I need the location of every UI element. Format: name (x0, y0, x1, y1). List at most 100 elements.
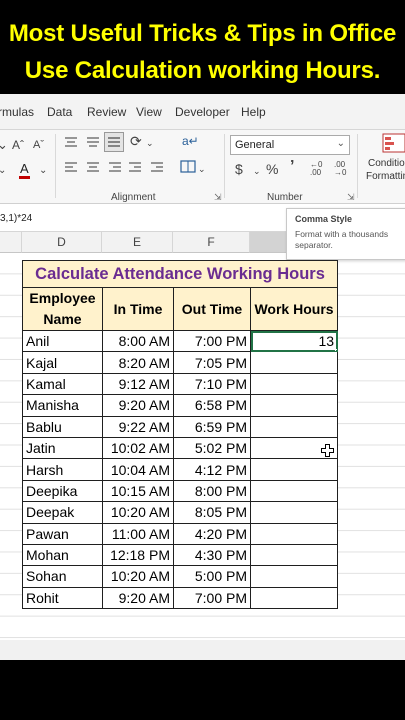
work-hours-cell[interactable] (249, 586, 339, 610)
out-time-cell[interactable]: 7:00 PM (173, 329, 251, 353)
cross-cursor-icon (321, 444, 334, 457)
increase-indent-icon[interactable] (150, 161, 164, 173)
out-time-cell[interactable]: 4:12 PM (173, 458, 251, 481)
decrease-indent-icon[interactable] (128, 161, 142, 173)
employee-name-cell[interactable]: Deepak (22, 501, 103, 524)
tab-view[interactable]: View (136, 105, 162, 119)
header-employee-name[interactable]: Employee Name (22, 287, 103, 331)
out-time-cell[interactable]: 4:30 PM (173, 543, 251, 567)
work-hours-cell[interactable] (249, 522, 339, 545)
fill-handle[interactable] (335, 349, 337, 351)
out-time-cell[interactable]: 8:00 PM (173, 479, 251, 503)
work-hours-cell[interactable] (249, 543, 339, 567)
alignment-launcher-icon[interactable]: ⇲ (214, 192, 222, 203)
align-top-icon[interactable] (64, 136, 78, 148)
tab-help[interactable]: Help (241, 105, 266, 119)
align-left-icon[interactable] (64, 161, 78, 173)
table-title[interactable]: Calculate Attendance Working Hours (21, 260, 339, 288)
header-in-time[interactable]: In Time (102, 287, 174, 331)
chevron-down-icon[interactable]: ⌄ (0, 164, 6, 178)
align-center-icon[interactable] (86, 161, 100, 173)
in-time-cell[interactable]: 8:00 AM (102, 329, 174, 353)
column-header-f[interactable]: F (173, 232, 250, 253)
employee-name-cell[interactable]: Bablu (22, 415, 103, 438)
work-hours-cell[interactable] (249, 415, 339, 438)
header-work-hours[interactable]: Work Hours (249, 287, 339, 331)
work-hours-cell[interactable] (249, 501, 339, 524)
employee-name-cell[interactable]: Rohit (22, 586, 103, 610)
employee-name-cell[interactable]: Anil (22, 329, 103, 353)
percent-icon[interactable]: % (266, 162, 278, 176)
font-color-icon[interactable]: A (19, 162, 30, 179)
in-time-cell[interactable]: 9:20 AM (102, 586, 174, 610)
wrap-text-icon[interactable]: a↵ (182, 134, 199, 148)
currency-dropdown-icon[interactable]: ⌄ (253, 164, 261, 178)
column-header-d[interactable]: D (22, 232, 102, 253)
merge-dropdown-icon[interactable]: ⌄ (198, 162, 206, 176)
in-time-cell[interactable]: 10:04 AM (102, 458, 174, 481)
column-header-prev[interactable] (0, 232, 22, 253)
work-hours-cell[interactable] (249, 479, 339, 503)
work-hours-cell[interactable] (249, 351, 339, 374)
align-bottom-button[interactable] (104, 132, 124, 152)
number-format-select[interactable]: General ⌄ (230, 135, 350, 155)
employee-name-cell[interactable]: Kamal (22, 372, 103, 396)
employee-name-cell[interactable]: Deepika (22, 479, 103, 503)
in-time-cell[interactable]: 12:18 PM (102, 543, 174, 567)
employee-name-cell[interactable]: Jatin (22, 436, 103, 460)
font-color-dropdown-icon[interactable]: ⌄ (39, 164, 47, 178)
tab-developer[interactable]: Developer (175, 105, 230, 119)
increase-font-size-icon[interactable]: Aˆ (12, 138, 24, 152)
in-time-cell[interactable]: 11:00 AM (102, 522, 174, 545)
out-time-cell[interactable]: 4:20 PM (173, 522, 251, 545)
number-launcher-icon[interactable]: ⇲ (347, 192, 355, 203)
dropdown-arrow-icon[interactable]: ⌄ (0, 138, 8, 152)
out-time-cell[interactable]: 7:05 PM (173, 351, 251, 374)
in-time-cell[interactable]: 9:12 AM (102, 372, 174, 396)
tab-review[interactable]: Review (87, 105, 126, 119)
out-time-cell[interactable]: 7:00 PM (173, 586, 251, 610)
in-time-cell[interactable]: 9:22 AM (102, 415, 174, 438)
out-time-cell[interactable]: 7:10 PM (173, 372, 251, 396)
in-time-cell[interactable]: 9:20 AM (102, 394, 174, 417)
in-time-cell[interactable]: 10:20 AM (102, 501, 174, 524)
work-hours-cell[interactable] (249, 372, 339, 396)
in-time-cell[interactable]: 10:15 AM (102, 479, 174, 503)
increase-decimal-icon[interactable]: ←0.00 (310, 161, 322, 177)
decrease-decimal-icon[interactable]: .00 →0 (334, 161, 346, 177)
align-middle-icon[interactable] (86, 136, 100, 148)
in-time-cell[interactable]: 10:02 AM (102, 436, 174, 460)
employee-name-cell[interactable]: Manisha (22, 394, 103, 417)
currency-icon[interactable]: $ (235, 162, 243, 176)
orientation-dropdown-icon[interactable]: ⌄ (146, 136, 154, 150)
employee-name-cell[interactable]: Kajal (22, 351, 103, 374)
out-time-cell[interactable]: 6:59 PM (173, 415, 251, 438)
orientation-icon[interactable]: ⟳ (130, 134, 142, 148)
employee-name-cell[interactable]: Sohan (22, 565, 103, 588)
work-hours-cell[interactable] (249, 394, 339, 417)
employee-name-cell[interactable]: Harsh (22, 458, 103, 481)
conditional-formatting-button[interactable]: Conditio Formattin (362, 130, 405, 190)
work-hours-cell-selected[interactable]: 13 (249, 329, 339, 353)
tab-data[interactable]: Data (47, 105, 72, 119)
decrease-font-size-icon[interactable]: Aˇ (33, 138, 44, 152)
employee-name-cell[interactable]: Mohan (22, 543, 103, 567)
in-time-cell[interactable]: 8:20 AM (102, 351, 174, 374)
table-row: Harsh 10:04 AM 4:12 PM (22, 458, 339, 481)
out-time-cell[interactable]: 8:05 PM (173, 501, 251, 524)
work-hours-cell[interactable] (249, 458, 339, 481)
out-time-cell[interactable]: 6:58 PM (173, 394, 251, 417)
align-right-icon[interactable] (108, 161, 122, 173)
work-hours-cell[interactable] (249, 565, 339, 588)
table-title-row: Calculate Attendance Working Hours (21, 260, 339, 288)
out-time-cell[interactable]: 5:00 PM (173, 565, 251, 588)
out-time-cell[interactable]: 5:02 PM (173, 436, 251, 460)
employee-name-cell[interactable]: Pawan (22, 522, 103, 545)
header-out-time[interactable]: Out Time (173, 287, 251, 331)
tab-formulas[interactable]: rmulas (0, 105, 34, 119)
column-header-e[interactable]: E (102, 232, 173, 253)
comma-style-tooltip: Comma Style Format with a thousands sepa… (286, 208, 405, 260)
in-time-cell[interactable]: 10:20 AM (102, 565, 174, 588)
comma-style-icon[interactable]: ’ (290, 159, 294, 175)
merge-center-icon[interactable] (180, 160, 196, 173)
